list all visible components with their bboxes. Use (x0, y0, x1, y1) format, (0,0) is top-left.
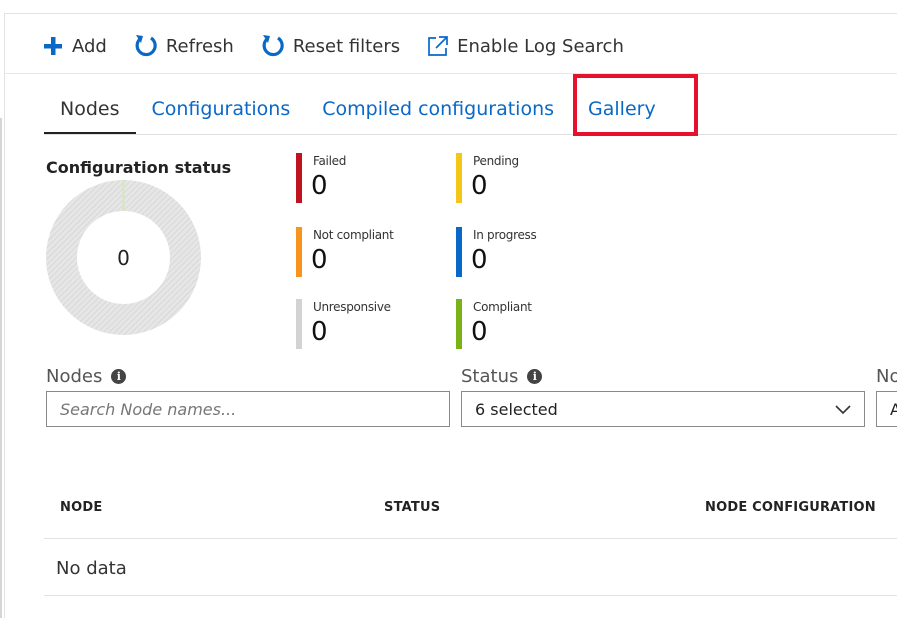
nodes-filter-label-text: Nodes (46, 366, 103, 387)
left-scroll-edge (0, 118, 2, 618)
stat-not-compliant-value: 0 (311, 245, 328, 275)
stat-failed-label: Failed (313, 154, 347, 168)
not-compliant-color-bar (296, 227, 302, 277)
unresponsive-color-bar (296, 299, 302, 349)
left-panel-border (4, 13, 5, 618)
configuration-status-title: Configuration status (46, 158, 232, 177)
status-filter-label: Status i (461, 366, 543, 387)
tab-nodes[interactable]: Nodes (44, 96, 136, 134)
table-empty-message: No data (56, 558, 127, 579)
reset-icon (261, 33, 285, 59)
add-button[interactable]: Add (42, 35, 107, 57)
tab-compiled-configurations[interactable]: Compiled configurations (306, 96, 570, 134)
third-filter-label-text: No (876, 366, 897, 387)
add-label: Add (72, 35, 107, 57)
stat-compliant: Compliant 0 (456, 299, 586, 349)
info-icon[interactable]: i (111, 369, 127, 384)
stat-unresponsive-label: Unresponsive (313, 300, 391, 314)
configuration-status-total: 0 (117, 245, 130, 270)
stat-pending-value: 0 (471, 171, 488, 201)
stat-in-progress-value: 0 (471, 245, 488, 275)
tab-configurations[interactable]: Configurations (136, 96, 307, 134)
search-node-names-input[interactable]: Search Node names... (46, 391, 450, 427)
stat-pending: Pending 0 (456, 153, 586, 203)
stat-compliant-label: Compliant (473, 300, 532, 314)
pending-color-bar (456, 153, 462, 203)
stat-unresponsive: Unresponsive 0 (296, 299, 426, 349)
status-filter-label-text: Status (461, 366, 519, 387)
stat-unresponsive-value: 0 (311, 317, 328, 347)
third-filter-value: A (890, 399, 897, 419)
column-header-status[interactable]: STATUS (384, 500, 440, 515)
refresh-label: Refresh (165, 35, 234, 57)
nodes-filter-label: Nodes i (46, 366, 127, 387)
third-filter-dropdown[interactable]: A (876, 391, 897, 427)
stat-failed-value: 0 (311, 171, 328, 201)
stat-compliant-value: 0 (471, 317, 488, 347)
stat-in-progress-label: In progress (473, 228, 537, 242)
enable-log-search-label: Enable Log Search (457, 35, 624, 57)
external-link-icon (427, 35, 449, 57)
stat-not-compliant: Not compliant 0 (296, 227, 426, 277)
info-icon[interactable]: i (527, 369, 543, 384)
chevron-down-icon (835, 400, 851, 419)
table-header-divider (44, 538, 897, 539)
top-divider (4, 13, 897, 14)
status-dropdown[interactable]: 6 selected (461, 391, 865, 427)
third-filter-label: No (876, 366, 897, 387)
enable-log-search-button[interactable]: Enable Log Search (427, 35, 624, 57)
stat-not-compliant-label: Not compliant (313, 228, 394, 242)
gallery-highlight-box (573, 74, 698, 136)
reset-filters-button[interactable]: Reset filters (261, 33, 400, 59)
refresh-icon (134, 33, 158, 59)
tabs-divider (44, 134, 897, 135)
column-header-node-configuration[interactable]: NODE CONFIGURATION (705, 500, 876, 515)
command-bar: Add Refresh Reset filters Enable Log Sea… (42, 30, 651, 62)
search-node-names-placeholder: Search Node names... (60, 399, 237, 419)
stat-failed: Failed 0 (296, 153, 426, 203)
failed-color-bar (296, 153, 302, 203)
refresh-button[interactable]: Refresh (134, 33, 234, 59)
status-dropdown-value: 6 selected (475, 399, 558, 419)
compliant-color-bar (456, 299, 462, 349)
plus-icon (42, 35, 64, 57)
table-row-divider (44, 595, 897, 596)
reset-filters-label: Reset filters (292, 35, 401, 57)
in-progress-color-bar (456, 227, 462, 277)
toolbar-divider (4, 73, 897, 74)
stat-pending-label: Pending (473, 154, 519, 168)
column-header-node[interactable]: NODE (60, 500, 102, 515)
stat-in-progress: In progress 0 (456, 227, 586, 277)
